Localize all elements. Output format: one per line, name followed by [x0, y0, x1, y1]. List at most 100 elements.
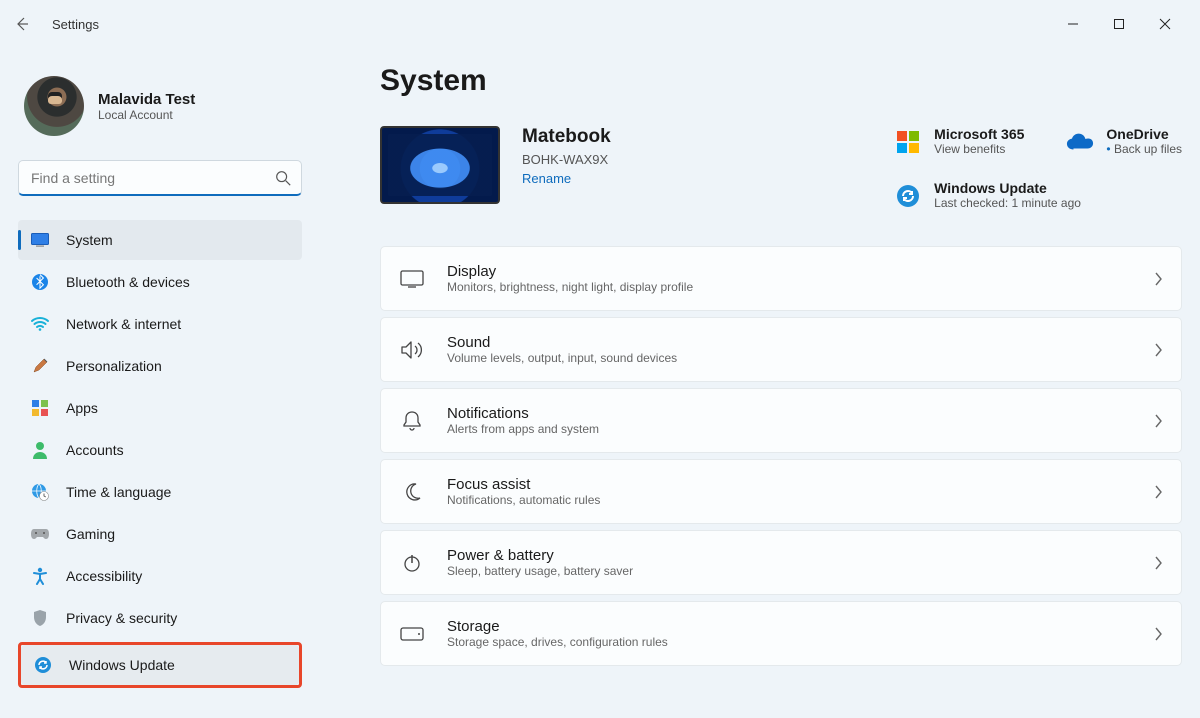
close-button[interactable]	[1142, 8, 1188, 40]
display-icon	[399, 266, 425, 292]
sidebar-item-label: Accounts	[66, 442, 124, 458]
tile-subtitle: Back up files	[1106, 142, 1182, 156]
sidebar: Malavida Test Local Account System Bluet…	[0, 48, 320, 718]
sidebar-nav: System Bluetooth & devices Network & int…	[18, 220, 302, 688]
onedrive-icon	[1066, 128, 1094, 156]
chevron-right-icon	[1153, 343, 1163, 357]
card-subtitle: Sleep, battery usage, battery saver	[447, 564, 633, 578]
chevron-right-icon	[1153, 556, 1163, 570]
minimize-button[interactable]	[1050, 8, 1096, 40]
sidebar-item-windows-update[interactable]: Windows Update	[21, 645, 299, 685]
profile-name: Malavida Test	[98, 91, 195, 108]
maximize-icon	[1113, 18, 1125, 30]
card-title: Focus assist	[447, 476, 600, 493]
sidebar-item-gaming[interactable]: Gaming	[18, 514, 302, 554]
moon-icon	[399, 479, 425, 505]
sidebar-item-personalization[interactable]: Personalization	[18, 346, 302, 386]
device-name: Matebook	[522, 126, 611, 148]
hero-section: Matebook BOHK-WAX9X Rename Microsoft 365…	[380, 126, 1182, 210]
tile-subtitle: View benefits	[934, 142, 1024, 156]
search-box	[18, 160, 302, 196]
sidebar-item-system[interactable]: System	[18, 220, 302, 260]
sidebar-item-bluetooth[interactable]: Bluetooth & devices	[18, 262, 302, 302]
wifi-icon	[30, 314, 50, 334]
rename-link[interactable]: Rename	[522, 171, 611, 186]
card-storage[interactable]: Storage Storage space, drives, configura…	[380, 601, 1182, 666]
sidebar-item-label: Bluetooth & devices	[66, 274, 190, 290]
profile-subtitle: Local Account	[98, 108, 195, 122]
chevron-right-icon	[1153, 627, 1163, 641]
chevron-right-icon	[1153, 272, 1163, 286]
tile-title: OneDrive	[1106, 126, 1182, 142]
sidebar-item-accounts[interactable]: Accounts	[18, 430, 302, 470]
bluetooth-icon	[30, 272, 50, 292]
back-button[interactable]	[12, 14, 32, 34]
sidebar-item-privacy[interactable]: Privacy & security	[18, 598, 302, 638]
profile-block[interactable]: Malavida Test Local Account	[24, 76, 302, 136]
main-panel: System Matebook BOHK-WAX9X Rename Micros…	[320, 48, 1200, 718]
chevron-right-icon	[1153, 485, 1163, 499]
device-thumbnail	[380, 126, 500, 204]
sidebar-item-label: Windows Update	[69, 657, 175, 673]
sidebar-item-label: System	[66, 232, 113, 248]
microsoft-365-icon	[894, 128, 922, 156]
apps-icon	[30, 398, 50, 418]
accessibility-icon	[30, 566, 50, 586]
tile-title: Microsoft 365	[934, 126, 1024, 142]
tile-title: Windows Update	[934, 180, 1081, 196]
sidebar-item-label: Time & language	[66, 484, 171, 500]
sidebar-item-accessibility[interactable]: Accessibility	[18, 556, 302, 596]
sidebar-item-label: Gaming	[66, 526, 115, 542]
sidebar-item-label: Personalization	[66, 358, 162, 374]
search-icon	[274, 169, 292, 187]
card-title: Power & battery	[447, 547, 633, 564]
sidebar-item-time[interactable]: Time & language	[18, 472, 302, 512]
window-controls	[1050, 8, 1188, 40]
sidebar-item-label: Apps	[66, 400, 98, 416]
maximize-button[interactable]	[1096, 8, 1142, 40]
update-icon	[894, 182, 922, 210]
tile-m365[interactable]: Microsoft 365 View benefits	[894, 126, 1024, 156]
highlight-annotation: Windows Update	[18, 642, 302, 688]
card-power[interactable]: Power & battery Sleep, battery usage, ba…	[380, 530, 1182, 595]
card-display[interactable]: Display Monitors, brightness, night ligh…	[380, 246, 1182, 311]
tile-subtitle: Last checked: 1 minute ago	[934, 196, 1081, 210]
card-notifications[interactable]: Notifications Alerts from apps and syste…	[380, 388, 1182, 453]
window-title: Settings	[52, 17, 99, 32]
update-icon	[33, 655, 53, 675]
sidebar-item-apps[interactable]: Apps	[18, 388, 302, 428]
gamepad-icon	[30, 524, 50, 544]
card-title: Notifications	[447, 405, 599, 422]
bell-icon	[399, 408, 425, 434]
card-title: Storage	[447, 618, 668, 635]
chevron-right-icon	[1153, 414, 1163, 428]
drive-icon	[399, 621, 425, 647]
close-icon	[1159, 18, 1171, 30]
sound-icon	[399, 337, 425, 363]
arrow-left-icon	[14, 16, 30, 32]
search-input[interactable]	[18, 160, 302, 196]
sidebar-item-network[interactable]: Network & internet	[18, 304, 302, 344]
card-focus-assist[interactable]: Focus assist Notifications, automatic ru…	[380, 459, 1182, 524]
globe-clock-icon	[30, 482, 50, 502]
monitor-icon	[30, 230, 50, 250]
device-model: BOHK-WAX9X	[522, 152, 611, 167]
brush-icon	[30, 356, 50, 376]
sidebar-item-label: Privacy & security	[66, 610, 177, 626]
card-title: Sound	[447, 334, 677, 351]
tile-onedrive[interactable]: OneDrive Back up files	[1066, 126, 1182, 156]
card-subtitle: Monitors, brightness, night light, displ…	[447, 280, 693, 294]
page-title: System	[380, 64, 1182, 98]
card-sound[interactable]: Sound Volume levels, output, input, soun…	[380, 317, 1182, 382]
person-icon	[30, 440, 50, 460]
card-title: Display	[447, 263, 693, 280]
sidebar-item-label: Network & internet	[66, 316, 181, 332]
settings-cards: Display Monitors, brightness, night ligh…	[380, 246, 1182, 666]
card-subtitle: Storage space, drives, configuration rul…	[447, 635, 668, 649]
card-subtitle: Alerts from apps and system	[447, 422, 599, 436]
avatar	[24, 76, 84, 136]
sidebar-item-label: Accessibility	[66, 568, 142, 584]
shield-icon	[30, 608, 50, 628]
tile-windows-update[interactable]: Windows Update Last checked: 1 minute ag…	[894, 180, 1182, 210]
minimize-icon	[1067, 18, 1079, 30]
